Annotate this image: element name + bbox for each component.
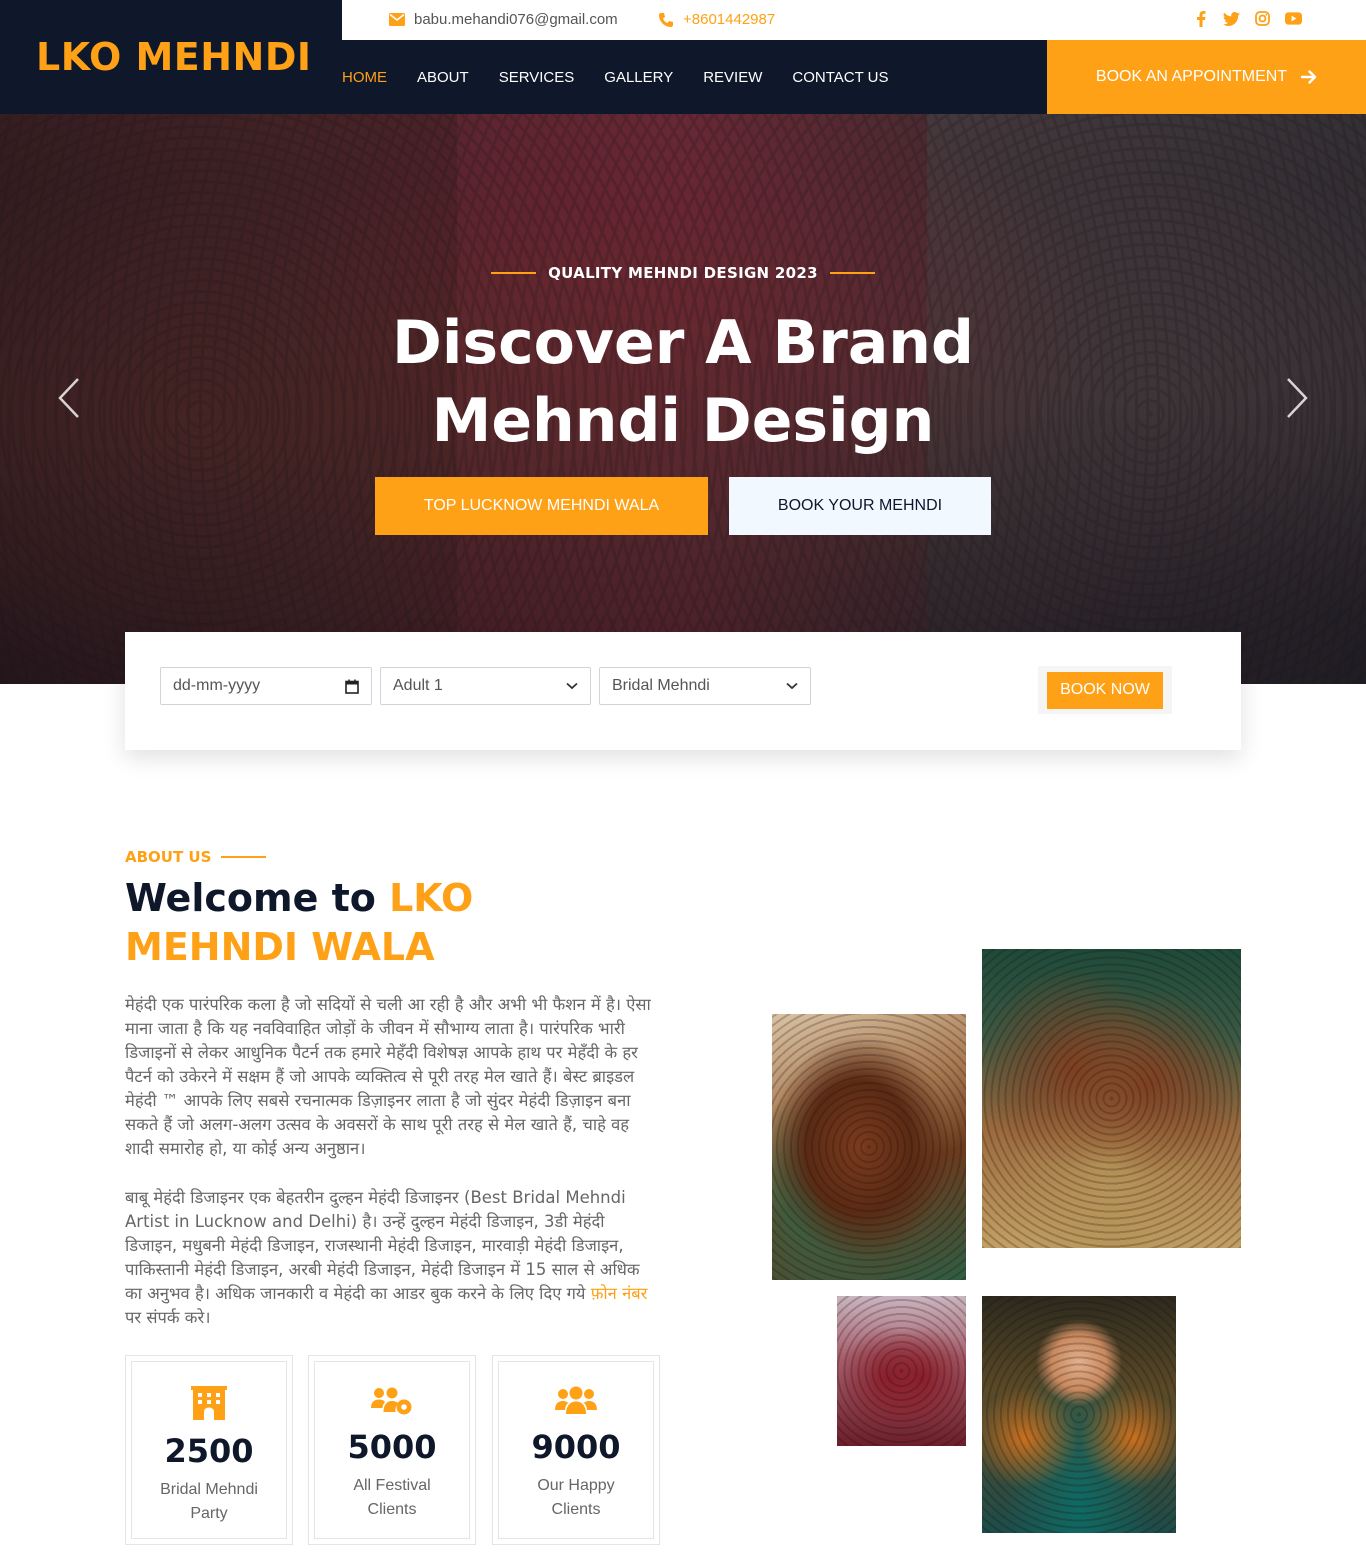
date-input[interactable]: dd-mm-yyyy <box>160 667 372 705</box>
henna-texture <box>837 1296 966 1446</box>
topbar: babu.mehandi076@gmail.com +8601442987 <box>342 0 1366 40</box>
stat-label: Our Happy Clients <box>537 1477 615 1518</box>
mehndi-type-select[interactable]: Bridal Mehndi <box>599 667 811 705</box>
about-title: Welcome to LKO MEHNDI WALA <box>125 874 685 972</box>
hero-carousel: QUALITY MEHNDI DESIGN 2023 Discover A Br… <box>0 114 1366 684</box>
carousel-prev-icon[interactable] <box>56 376 82 425</box>
stat-label: All Festival Clients <box>353 1477 431 1518</box>
stat-number: 2500 <box>164 1432 254 1470</box>
book-appointment-button[interactable]: BOOK AN APPOINTMENT <box>1047 40 1366 114</box>
chevron-down-icon <box>786 682 798 690</box>
nav-services[interactable]: SERVICES <box>499 69 575 86</box>
carousel-next-icon[interactable] <box>1284 376 1310 425</box>
envelope-icon <box>389 13 405 26</box>
book-appointment-label: BOOK AN APPOINTMENT <box>1095 68 1288 85</box>
users-cog-icon <box>371 1387 412 1415</box>
nav-review[interactable]: REVIEW <box>703 69 762 86</box>
nav-gallery[interactable]: GALLERY <box>604 69 673 86</box>
about-label-text: ABOUT US <box>125 848 212 866</box>
adult-select-value: Adult 1 <box>393 677 443 694</box>
brand-box[interactable]: LKO MEHNDI <box>0 0 342 114</box>
about-paragraph-2-text: बाबू मेहंदी डिजाइनर एक बेहतरीन दुल्हन मे… <box>125 1188 640 1303</box>
henna-texture <box>982 949 1241 1248</box>
phone-icon <box>659 12 673 27</box>
main-navbar: HOME ABOUT SERVICES GALLERY REVIEW CONTA… <box>342 40 1047 114</box>
chevron-down-icon <box>566 682 578 690</box>
stat-label: Bridal Mehndi Party <box>160 1481 258 1522</box>
hero-title-line1: Discover A Brand <box>392 308 974 378</box>
hero-title-line2: Mehndi Design <box>431 386 935 456</box>
tagline-line-left <box>491 272 537 274</box>
tagline-line-right <box>829 272 875 274</box>
booking-form: dd-mm-yyyy Adult 1 Bridal Mehndi BOOK NO… <box>125 632 1241 750</box>
mehndi-photo-arms[interactable] <box>772 1014 966 1280</box>
stat-card: 5000 All Festival Clients <box>308 1355 476 1545</box>
about-paragraph-2: बाबू मेहंदी डिजाइनर एक बेहतरीन दुल्हन मे… <box>125 1186 660 1330</box>
nav-home[interactable]: HOME <box>342 69 387 86</box>
book-now-wrapper: BOOK NOW <box>1038 666 1172 714</box>
building-icon <box>191 1386 227 1420</box>
users-icon <box>555 1386 597 1414</box>
hero-tagline-text: QUALITY MEHNDI DESIGN 2023 <box>548 264 818 282</box>
book-your-mehndi-button[interactable]: BOOK YOUR MEHNDI <box>729 477 991 535</box>
henna-texture <box>982 1296 1176 1533</box>
date-placeholder: dd-mm-yyyy <box>173 677 261 694</box>
email-text: babu.mehandi076@gmail.com <box>414 11 618 28</box>
topbar-phone[interactable]: +8601442987 <box>658 11 775 28</box>
about-title-highlight-2: MEHNDI WALA <box>125 925 435 969</box>
phone-text: +8601442987 <box>683 11 776 28</box>
mehndi-photo-legs[interactable] <box>837 1296 966 1446</box>
hero-tagline: QUALITY MEHNDI DESIGN 2023 <box>0 264 1366 282</box>
calendar-icon[interactable] <box>345 679 359 694</box>
phone-number-link[interactable]: फ़ोन नंबर <box>591 1284 648 1303</box>
instagram-icon[interactable] <box>1254 10 1271 27</box>
social-links <box>1192 10 1302 27</box>
topbar-email[interactable]: babu.mehandi076@gmail.com <box>389 11 618 28</box>
mehndi-type-value: Bridal Mehndi <box>612 677 710 694</box>
henna-texture <box>772 1014 966 1280</box>
stats-row: 2500 Bridal Mehndi Party 5000 All Festiv… <box>125 1355 660 1545</box>
nav-contact-us[interactable]: CONTACT US <box>792 69 888 86</box>
brand-logo[interactable]: LKO MEHNDI <box>36 35 312 79</box>
about-label-line <box>221 856 267 858</box>
facebook-icon[interactable] <box>1192 10 1209 27</box>
stat-number: 5000 <box>347 1428 437 1466</box>
about-title-prefix: Welcome to <box>125 876 376 920</box>
nav-about[interactable]: ABOUT <box>417 69 469 86</box>
top-lucknow-mehndi-button[interactable]: TOP LUCKNOW MEHNDI WALA <box>375 477 708 535</box>
book-now-button[interactable]: BOOK NOW <box>1047 671 1163 709</box>
about-paragraph-1: मेहंदी एक पारंपरिक कला है जो सदियों से च… <box>125 995 651 1158</box>
arrow-right-icon <box>1301 70 1317 84</box>
about-paragraph-2-end: पर संपर्क करे। <box>125 1308 211 1327</box>
youtube-icon[interactable] <box>1285 10 1302 27</box>
stat-number: 9000 <box>531 1428 621 1466</box>
hero-title: Discover A Brand Mehndi Design <box>283 304 1083 460</box>
adult-select[interactable]: Adult 1 <box>380 667 591 705</box>
twitter-icon[interactable] <box>1223 10 1240 27</box>
stat-card: 9000 Our Happy Clients <box>492 1355 660 1545</box>
mehndi-photo-feet[interactable] <box>982 949 1241 1248</box>
about-section-label: ABOUT US <box>125 848 267 866</box>
stat-card: 2500 Bridal Mehndi Party <box>125 1355 293 1545</box>
mehndi-photo-bride[interactable] <box>982 1296 1176 1533</box>
about-title-highlight-1: LKO <box>389 876 474 920</box>
